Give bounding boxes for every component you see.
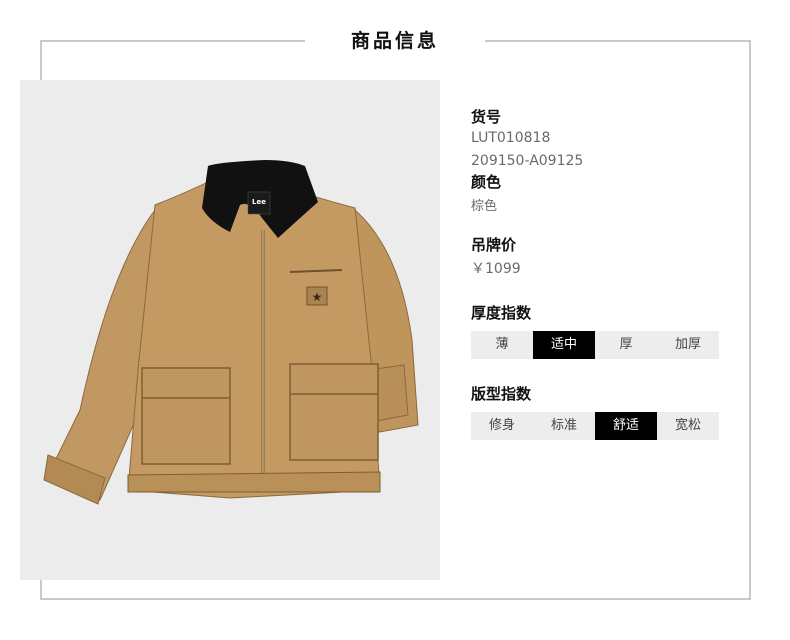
frame-bottom-line: [40, 598, 751, 600]
frame-top-right-line: [485, 40, 751, 42]
thickness-option: 厚: [619, 337, 633, 352]
sku-label: 货号: [471, 108, 502, 126]
color-value: 棕色: [471, 199, 498, 214]
color-label: 颜色: [471, 173, 502, 191]
sku-value-2: 209150-A09125: [471, 153, 584, 169]
price-label: 吊牌价: [471, 236, 517, 254]
brand-label: Lee: [252, 198, 266, 206]
thickness-option: 适中: [533, 331, 595, 359]
thickness-label: 厚度指数: [471, 304, 532, 322]
thickness-option: 薄: [495, 337, 509, 352]
thickness-option: 加厚: [674, 337, 701, 352]
svg-text:★: ★: [312, 290, 323, 304]
fit-option: 舒适: [595, 412, 657, 440]
fit-option: 修身: [488, 418, 515, 433]
fit-label: 版型指数: [471, 385, 532, 403]
price-value: ￥1099: [471, 261, 521, 277]
fit-option: 标准: [550, 418, 577, 433]
sku-value-1: LUT010818: [471, 130, 551, 146]
section-title: 商品信息: [350, 30, 439, 52]
fit-option: 宽松: [674, 418, 701, 433]
frame-right-line: [749, 40, 751, 600]
product-photo: ★ Lee: [20, 80, 440, 580]
frame-top-left-line: [40, 40, 305, 42]
fit-scale: 修身 标准 舒适 宽松: [471, 412, 719, 440]
jacket-image: ★: [43, 160, 419, 505]
thickness-scale: 薄 适中 厚 加厚: [471, 331, 719, 359]
